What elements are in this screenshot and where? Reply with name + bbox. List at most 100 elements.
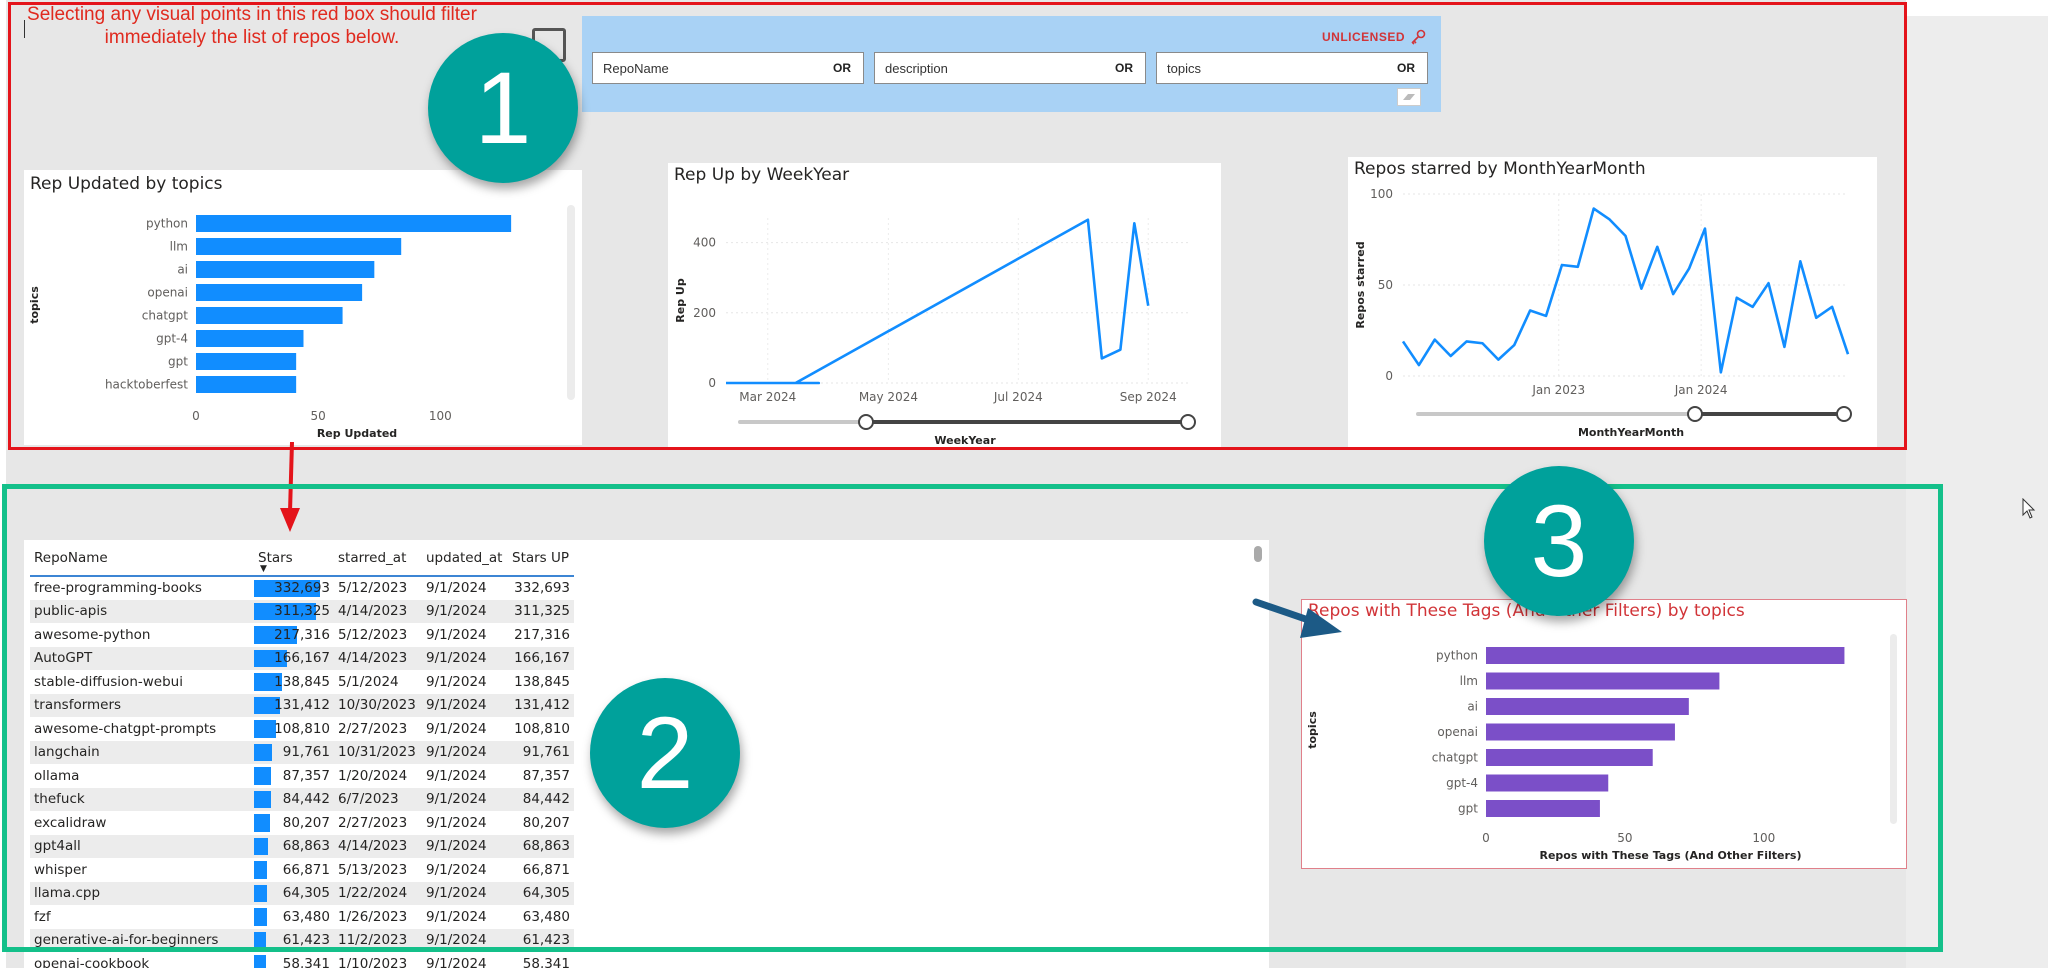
stars-value: 84,442 [282,791,330,808]
category-label: python [1436,649,1478,663]
x-tick-label: 100 [429,409,452,423]
filter-reponame-op[interactable]: OR [833,61,851,75]
y-tick-label: 400 [693,236,716,250]
cell-starred-at: 1/22/2024 [334,881,422,905]
x-tick-label: Sep 2024 [1120,390,1177,404]
stars-data-bar [254,884,267,902]
bar[interactable] [1486,672,1720,690]
category-label: llm [1460,674,1478,688]
bar[interactable] [196,238,402,255]
bar[interactable] [196,353,297,370]
text-cursor [24,20,25,38]
bar[interactable] [196,376,297,393]
tags-visual[interactable]: Repos with These Tags (And Other Filters… [1301,599,1907,869]
cell-updated-at: 9/1/2024 [426,580,487,597]
bar[interactable] [1486,698,1689,715]
stars-data-bar [254,720,276,738]
table-row[interactable]: awesome-chatgpt-prompts 108,810 2/27/2023 9… [30,717,574,741]
y-tick-label: 50 [1378,278,1393,292]
cell-reponame: AutoGPT [30,646,254,670]
table-row[interactable]: stable-diffusion-webui 138,845 5/1/2024 9/1… [30,670,574,694]
eraser-icon[interactable] [1397,88,1421,106]
starred-visual[interactable]: Repos starred by MonthYearMonth 0 50 100 Ja… [1348,157,1877,448]
stars-value: 64,305 [282,885,330,902]
cell-updated-at: 9/1/2024 [422,693,508,717]
table-row[interactable]: excalidraw 80,207 2/27/2023 9/1/2024 80,207 [30,811,574,835]
filter-topics-label: topics [1167,60,1201,76]
table-row[interactable]: llama.cpp 64,305 1/22/2024 9/1/2024 64,305 [30,881,574,905]
note-line-2: immediately the list of repos below. [104,27,400,48]
table-row[interactable]: langchain 91,761 10/31/2023 9/1/2024 91,761 [30,740,574,764]
filter-reponame[interactable]: RepoName OR [592,52,864,84]
bar[interactable] [196,307,343,324]
table-row[interactable]: AutoGPT 166,167 4/14/2023 9/1/2024 166,167 [30,646,574,670]
bar[interactable] [196,284,363,301]
instruction-note: Selecting any visual points in this red … [12,3,492,49]
cell-stars: 91,761 [254,740,334,764]
table-row[interactable]: free-programming-books 332,693 5/12/2023 9/… [30,576,574,600]
col-stars[interactable]: Stars ▼ [254,540,334,577]
table-row[interactable]: generative-ai-for-beginners 61,423 11/2/20… [30,928,574,952]
table-row[interactable]: thefuck 84,442 6/7/2023 9/1/2024 84,442 [30,787,574,811]
col-starred-at[interactable]: starred_at [334,540,422,577]
table-row[interactable]: awesome-python 217,316 5/12/2023 9/1/2024 21… [30,623,574,647]
series-line [1401,207,1850,374]
table-scrollbar[interactable] [1254,546,1262,562]
category-label: python [146,217,188,231]
cell-reponame: public-apis [30,599,254,623]
y-axis-label: Rep Up [674,278,687,323]
cell-stars-up: 138,845 [514,673,570,690]
bar[interactable] [1486,800,1600,817]
table-row[interactable]: openai-cookbook 58,341 1/10/2023 9/1/2024 58… [30,952,574,968]
cell-stars: 217,316 [254,623,334,647]
bar[interactable] [196,261,375,278]
col-stars-up[interactable]: Stars UP [508,540,574,577]
category-label: ai [1467,700,1478,714]
col-reponame[interactable]: RepoName [30,540,254,577]
cell-stars-up: 87,357 [522,767,570,784]
bar[interactable] [1486,774,1609,792]
table-row[interactable]: public-apis 311,325 4/14/2023 9/1/2024 311,3… [30,599,574,623]
table-row[interactable]: fzf 63,480 1/26/2023 9/1/2024 63,480 [30,905,574,929]
table-row[interactable]: ollama 87,357 1/20/2024 9/1/2024 87,357 [30,764,574,788]
rep-up-visual[interactable]: Rep Up by WeekYear 0 200 400 Mar 2024 May 20… [668,163,1221,448]
bar[interactable] [1486,723,1675,741]
filter-description[interactable]: description OR [874,52,1146,84]
cell-stars-up: 61,423 [508,928,574,952]
cell-stars-up: 108,810 [514,720,570,737]
callout-1: 1 [428,33,578,183]
range-slider-handle-end [1836,406,1852,422]
range-slider-handle-end [1180,414,1196,430]
cell-updated-at: 9/1/2024 [422,740,508,764]
red-arrow-icon [280,441,300,532]
cell-updated-at: 9/1/2024 [422,599,508,623]
cell-stars-up: 66,871 [522,861,570,878]
stars-value: 138,845 [274,673,330,690]
cell-starred-at: 4/14/2023 [334,646,422,670]
table-row[interactable]: gpt4all 68,863 4/14/2023 9/1/2024 68,863 [30,834,574,858]
category-label: chatgpt [1432,751,1478,765]
bar[interactable] [196,215,512,232]
bar[interactable] [1486,647,1845,664]
table-header-row: RepoName Stars ▼ starred_at updated_at St… [30,540,574,577]
rep-updated-visual[interactable]: Rep Updated by topics python llm ai openai c… [24,170,582,445]
filter-description-op[interactable]: OR [1115,61,1133,75]
cell-stars: 108,810 [254,717,334,741]
bar[interactable] [196,330,304,347]
cell-stars: 332,693 [254,576,334,600]
x-tick-label: 0 [192,409,200,423]
col-updated-at[interactable]: updated_at [422,540,508,577]
y-tick-label: 200 [693,306,716,320]
cell-stars-up: 91,761 [508,740,574,764]
table-row[interactable]: whisper 66,871 5/13/2023 9/1/2024 66,871 [30,858,574,882]
repo-table: RepoName Stars ▼ starred_at updated_at St… [30,540,574,968]
callout-3: 3 [1484,466,1634,616]
table-row[interactable]: transformers 131,412 10/30/2023 9/1/2024 131… [30,693,574,717]
filter-topics-op[interactable]: OR [1397,61,1415,75]
filter-topics[interactable]: topics OR [1156,52,1428,84]
category-label: llm [170,240,188,254]
cell-stars-up: 84,442 [508,787,574,811]
filter-reponame-label: RepoName [603,60,669,76]
bar[interactable] [1486,749,1653,766]
y-tick-label: 0 [708,376,716,390]
